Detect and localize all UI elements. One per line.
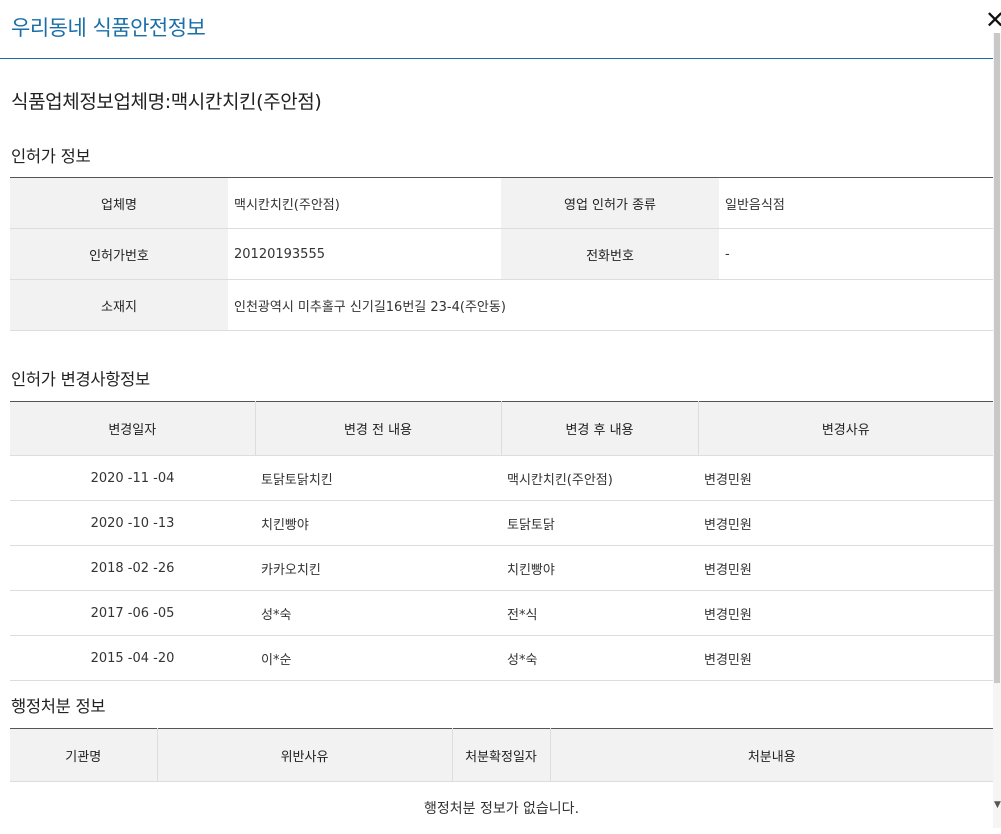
license-type-label: 영업 인허가 종류	[501, 178, 719, 229]
change-date: 2020 -10 -13	[10, 501, 255, 546]
empty-message: 행정처분 정보가 없습니다.	[10, 782, 993, 834]
scrollbar[interactable]	[993, 33, 1001, 828]
before-content: 치킨빵야	[255, 501, 501, 546]
after-content: 성*숙	[501, 636, 698, 681]
table-row: 행정처분 정보가 없습니다.	[10, 782, 993, 834]
table-row: 2017 -06 -05 성*숙 전*식 변경민원	[10, 591, 993, 636]
column-header: 처분내용	[550, 729, 993, 782]
modal-header: 우리동네 식품안전정보	[0, 0, 993, 59]
admin-action-table: 기관명 위반사유 처분확정일자 처분내용 행정처분 정보가 없습니다.	[10, 728, 993, 834]
business-name-value: 맥시칸치킨(주안점)	[228, 178, 501, 229]
table-row: 업체명 맥시칸치킨(주안점) 영업 인허가 종류 일반음식점	[10, 178, 993, 229]
section-title-license: 인허가 정보	[11, 143, 90, 167]
table-header-row: 변경일자 변경 전 내용 변경 후 내용 변경사유	[10, 402, 993, 456]
section-title-admin: 행정처분 정보	[11, 693, 105, 717]
column-header: 변경일자	[10, 402, 255, 456]
change-reason: 변경민원	[698, 501, 993, 546]
table-row: 2015 -04 -20 이*순 성*숙 변경민원	[10, 636, 993, 681]
change-date: 2018 -02 -26	[10, 546, 255, 591]
history-table: 변경일자 변경 전 내용 변경 후 내용 변경사유 2020 -11 -04 토…	[10, 401, 993, 681]
scrollbar-thumb[interactable]	[994, 33, 1000, 683]
change-reason: 변경민원	[698, 591, 993, 636]
change-reason: 변경민원	[698, 456, 993, 501]
before-content: 성*숙	[255, 591, 501, 636]
license-no-label: 인허가번호	[10, 229, 228, 280]
table-row: 2020 -11 -04 토닭토닭치킨 맥시칸치킨(주안점) 변경민원	[10, 456, 993, 501]
scroll-down-icon[interactable]: ▼	[994, 800, 1001, 810]
address-value: 인천광역시 미추홀구 신기길16번길 23-4(주안동)	[228, 280, 993, 331]
section-title-history: 인허가 변경사항정보	[11, 366, 150, 390]
license-type-value: 일반음식점	[719, 178, 993, 229]
address-label: 소재지	[10, 280, 228, 331]
column-header: 위반사유	[157, 729, 452, 782]
change-reason: 변경민원	[698, 546, 993, 591]
modal-title: 우리동네 식품안전정보	[11, 12, 205, 42]
change-date: 2015 -04 -20	[10, 636, 255, 681]
license-info-table: 업체명 맥시칸치킨(주안점) 영업 인허가 종류 일반음식점 인허가번호 201…	[10, 177, 993, 331]
table-row: 2018 -02 -26 카카오치킨 치킨빵야 변경민원	[10, 546, 993, 591]
after-content: 전*식	[501, 591, 698, 636]
before-content: 토닭토닭치킨	[255, 456, 501, 501]
table-row: 2020 -10 -13 치킨빵야 토닭토닭 변경민원	[10, 501, 993, 546]
change-date: 2017 -06 -05	[10, 591, 255, 636]
page-title: 식품업체정보업체명:맥시칸치킨(주안점)	[11, 87, 321, 114]
change-reason: 변경민원	[698, 636, 993, 681]
after-content: 치킨빵야	[501, 546, 698, 591]
table-row: 인허가번호 20120193555 전화번호 -	[10, 229, 993, 280]
close-icon[interactable]: ✕	[985, 8, 1001, 32]
column-header: 처분확정일자	[452, 729, 550, 782]
table-row: 소재지 인천광역시 미추홀구 신기길16번길 23-4(주안동)	[10, 280, 993, 331]
column-header: 변경 전 내용	[255, 402, 501, 456]
before-content: 이*순	[255, 636, 501, 681]
phone-value: -	[719, 229, 993, 280]
before-content: 카카오치킨	[255, 546, 501, 591]
license-no-value: 20120193555	[228, 229, 501, 280]
column-header: 기관명	[10, 729, 157, 782]
after-content: 토닭토닭	[501, 501, 698, 546]
table-header-row: 기관명 위반사유 처분확정일자 처분내용	[10, 729, 993, 782]
after-content: 맥시칸치킨(주안점)	[501, 456, 698, 501]
column-header: 변경 후 내용	[501, 402, 698, 456]
change-date: 2020 -11 -04	[10, 456, 255, 501]
business-name-label: 업체명	[10, 178, 228, 229]
column-header: 변경사유	[698, 402, 993, 456]
phone-label: 전화번호	[501, 229, 719, 280]
